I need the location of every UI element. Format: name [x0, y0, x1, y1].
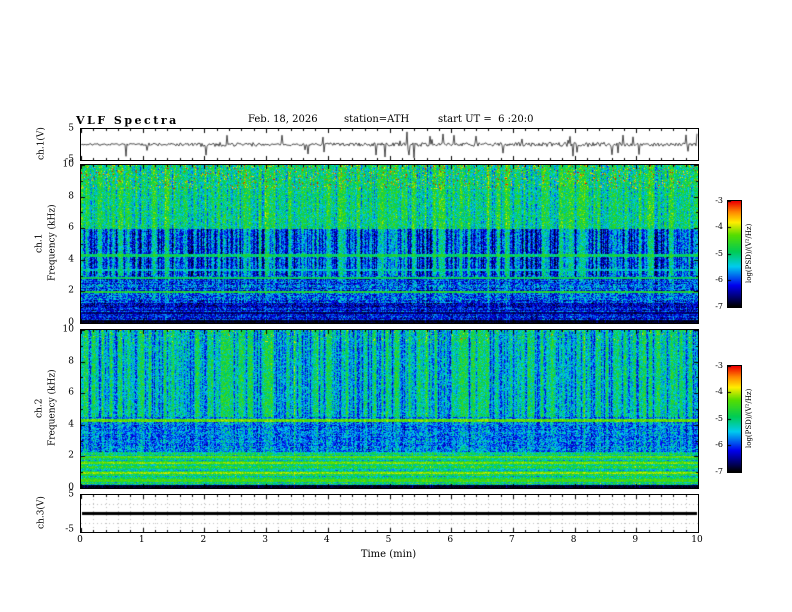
- x-tick: 5: [385, 535, 392, 545]
- x-tick: 9: [632, 535, 639, 545]
- y-tick: 5: [68, 123, 74, 134]
- plot-title: VLF Spectra: [76, 114, 179, 127]
- ch1-waveform-ylabel: ch.1(V): [36, 127, 47, 160]
- colorbar-1-canvas: [728, 201, 741, 307]
- colorbar-tick: -3: [715, 361, 723, 370]
- ch1-waveform-panel: [80, 128, 699, 161]
- y-tick: 6: [68, 222, 74, 233]
- colorbar-tick: -4: [715, 222, 723, 231]
- colorbar-tick: -3: [715, 196, 723, 205]
- colorbar-tick: -7: [715, 302, 723, 311]
- ch1-spectrogram-canvas: [81, 165, 698, 323]
- time-axis-label: Time (min): [360, 549, 417, 560]
- ch3-waveform-canvas: [81, 495, 698, 532]
- x-tick: 10: [691, 535, 703, 545]
- colorbar-1: [727, 200, 742, 308]
- ch1-spec-frequency-axis-label: Frequency (kHz): [47, 204, 58, 282]
- y-tick: 8: [68, 191, 74, 202]
- x-tick: 3: [262, 535, 268, 545]
- y-tick: 2: [68, 450, 74, 461]
- x-tick: 2: [200, 535, 207, 545]
- y-tick: 10: [62, 159, 74, 170]
- colorbar-2: [727, 365, 742, 473]
- x-tick: 7: [509, 535, 515, 545]
- x-tick: 4: [323, 535, 330, 545]
- y-tick: 2: [68, 285, 74, 296]
- colorbar-tick: -6: [715, 440, 723, 449]
- colorbar-tick: -4: [715, 387, 723, 396]
- colorbar-2-label: log(PSD)/(V²/Hz): [745, 388, 753, 448]
- y-tick: 5: [68, 489, 74, 500]
- x-tick: 6: [447, 535, 454, 545]
- y-tick: -5: [65, 524, 74, 535]
- colorbar-tick: -5: [715, 249, 723, 258]
- x-tick: 0: [77, 535, 83, 545]
- ch2-spec-frequency-axis-label: Frequency (kHz): [47, 369, 58, 447]
- plot-date: Feb. 18, 2026: [248, 114, 318, 125]
- ch1-spec-channel-label: ch.1: [34, 233, 45, 253]
- x-tick: 8: [570, 535, 577, 545]
- ch3-waveform-panel: [80, 494, 699, 533]
- y-tick: 4: [68, 254, 74, 265]
- y-tick: 8: [68, 356, 74, 367]
- ch1-spectrogram-panel: [80, 164, 699, 324]
- ch1-waveform-canvas: [81, 129, 698, 160]
- plot-station: station=ATH: [344, 114, 410, 125]
- colorbar-tick: -6: [715, 275, 723, 284]
- y-tick: 4: [68, 419, 74, 430]
- ch3-waveform-ylabel: ch.3(V): [36, 496, 47, 529]
- plot-start-ut: start UT = 6 :20:0: [438, 114, 534, 125]
- vlf-spectra-figure: VLF Spectra Feb. 18, 2026 station=ATH st…: [0, 0, 792, 612]
- colorbar-tick: -5: [715, 414, 723, 423]
- y-tick: 10: [62, 324, 74, 335]
- y-tick: 6: [68, 387, 74, 398]
- ch2-spectrogram-canvas: [81, 330, 698, 488]
- colorbar-tick: -7: [715, 467, 723, 476]
- x-tick: 1: [138, 535, 145, 545]
- colorbar-2-canvas: [728, 366, 741, 472]
- colorbar-1-label: log(PSD)/(V²/Hz): [745, 223, 753, 283]
- ch2-spec-channel-label: ch.2: [34, 398, 45, 418]
- ch2-spectrogram-panel: [80, 329, 699, 489]
